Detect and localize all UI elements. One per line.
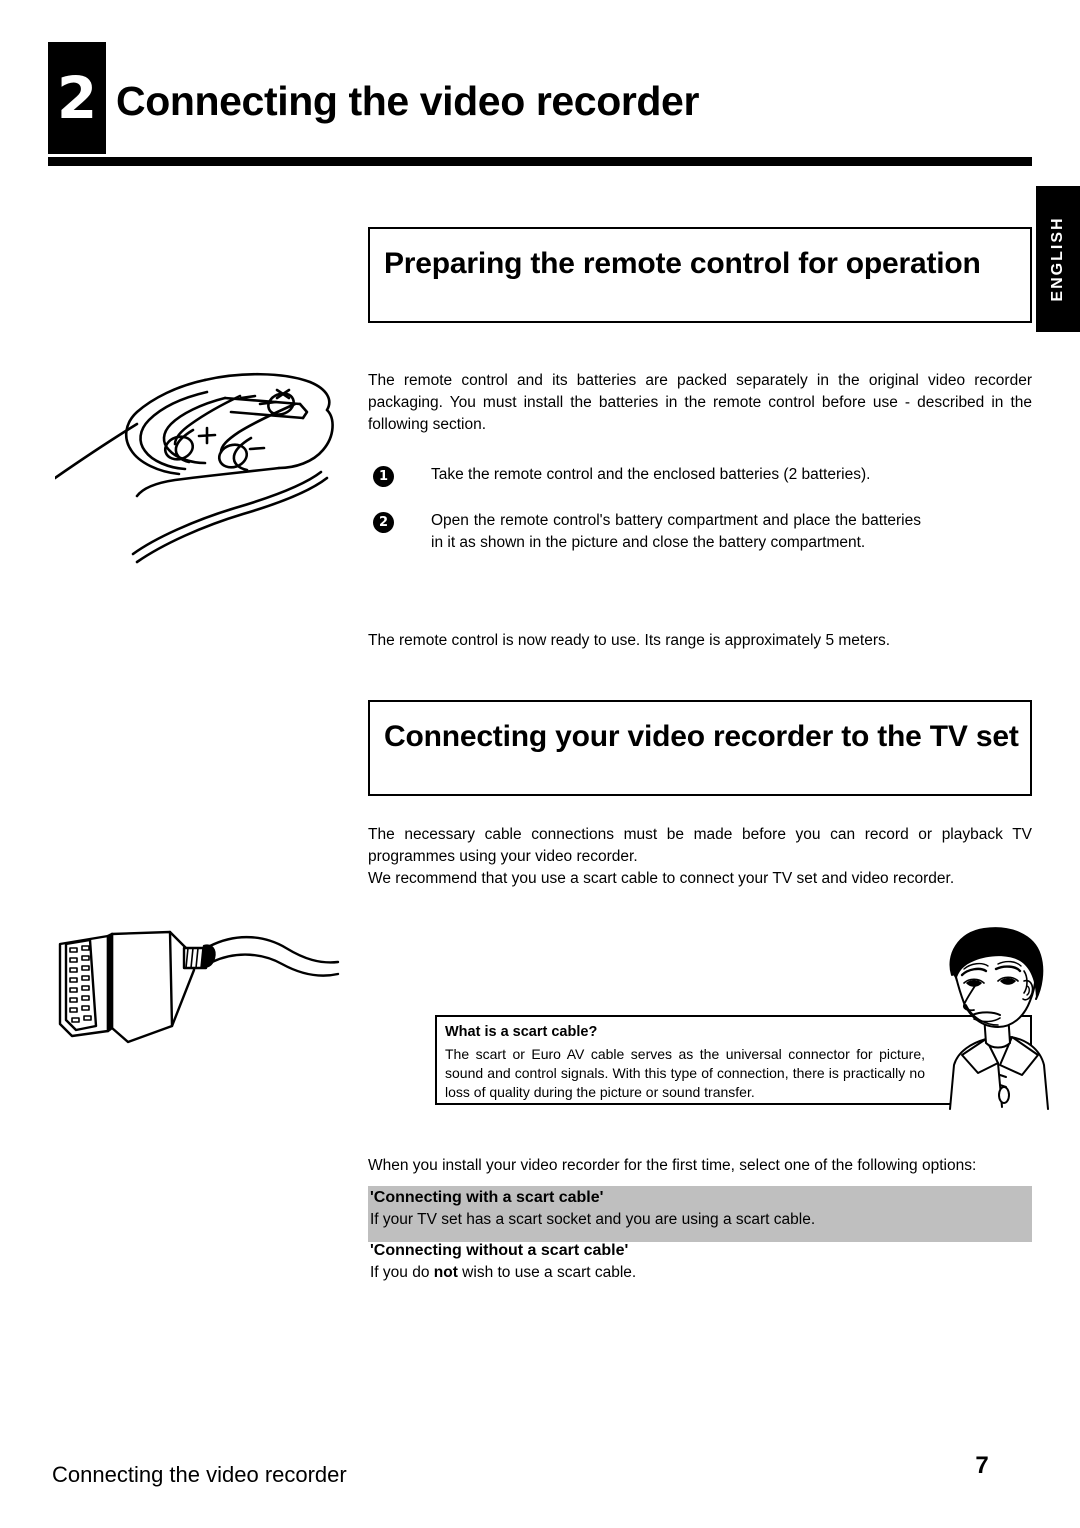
section-heading-2: Connecting your video recorder to the TV… <box>384 720 1019 753</box>
option-description-post: wish to use a scart cable. <box>457 1264 637 1281</box>
language-tab-label: ENGLISH <box>1049 216 1066 302</box>
list-item: 1 Take the remote control and the enclos… <box>368 464 1032 487</box>
option-title: 'Connecting without a scart cable' <box>370 1242 629 1259</box>
man-face-icon <box>949 927 1049 1110</box>
page-number: 7 <box>975 1452 989 1479</box>
option-connecting-with-scart[interactable]: 'Connecting with a scart cable' If your … <box>368 1187 1032 1231</box>
section-heading-box-1: Preparing the remote control for operati… <box>368 227 1032 323</box>
section-heading-1: Preparing the remote control for operati… <box>384 247 981 280</box>
section-heading-box-2: Connecting your video recorder to the TV… <box>368 700 1032 796</box>
section-1-intro: The remote control and its batteries are… <box>368 372 1032 433</box>
manual-page: 2 Connecting the video recorder ENGLISH … <box>0 0 1080 1528</box>
language-tab-english: ENGLISH <box>1036 186 1080 332</box>
scart-info-body: The scart or Euro AV cable serves as the… <box>445 1046 925 1100</box>
header-divider <box>48 157 1032 166</box>
scart-cable-connector-illustration <box>52 918 372 1083</box>
section-2-paragraph-2: We recommend that you use a scart cable … <box>368 870 955 887</box>
option-description: If you do not wish to use a scart cable. <box>368 1262 1032 1284</box>
option-description: If your TV set has a scart socket and yo… <box>370 1211 816 1228</box>
step-number-badge: 2 <box>373 512 394 533</box>
options-intro: When you install your video recorder for… <box>368 1157 977 1174</box>
page-title: Connecting the video recorder <box>116 78 700 124</box>
option-description-emphasis: not <box>433 1264 458 1281</box>
list-item: 2 Open the remote control's battery comp… <box>368 510 1032 554</box>
man-thinking-illustration <box>928 925 1062 1115</box>
remote-control-icon <box>53 372 334 564</box>
step-text: Open the remote control's battery compar… <box>431 512 921 551</box>
remote-control-with-batteries-illustration <box>53 368 355 593</box>
option-connecting-without-scart[interactable]: 'Connecting without a scart cable' If yo… <box>368 1240 1032 1284</box>
step-text: Take the remote control and the enclosed… <box>431 466 871 483</box>
chapter-number: 2 <box>48 42 106 154</box>
footer-running-title: Connecting the video recorder <box>52 1462 347 1487</box>
section-2-paragraph-1: The necessary cable connections must be … <box>368 826 1032 865</box>
scart-connector-icon <box>58 930 340 1044</box>
step-number-badge: 1 <box>373 466 394 487</box>
option-description-pre: If you do <box>370 1264 434 1281</box>
section-1-outro: The remote control is now ready to use. … <box>368 632 891 649</box>
option-title: 'Connecting with a scart cable' <box>370 1189 604 1206</box>
chapter-header: 2 Connecting the video recorder <box>48 42 1032 162</box>
